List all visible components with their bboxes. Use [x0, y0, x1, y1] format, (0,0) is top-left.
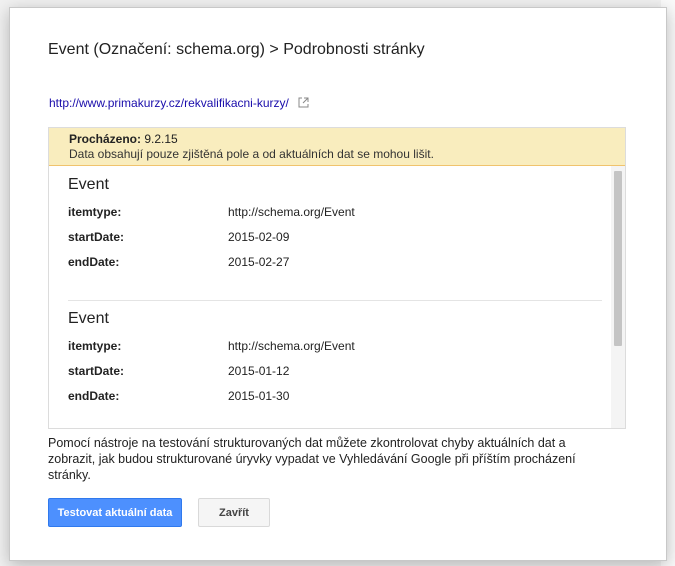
- field-value: 2015-02-09: [228, 230, 290, 244]
- field-row-enddate: endDate: 2015-01-30: [68, 389, 602, 414]
- field-row-startdate: startDate: 2015-02-09: [68, 230, 602, 255]
- field-value: 2015-01-30: [228, 389, 290, 403]
- crawl-date-line: Procházeno: 9.2.15: [69, 132, 178, 146]
- page-details-dialog: Event (Označení: schema.org) > Podrobnos…: [9, 7, 667, 561]
- testing-tool-info: Pomocí nástroje na testování strukturova…: [48, 436, 576, 482]
- dialog-title: Event (Označení: schema.org) > Podrobnos…: [48, 41, 425, 58]
- field-value: 2015-02-27: [228, 255, 290, 269]
- field-key: itemtype:: [68, 205, 122, 219]
- field-row-itemtype: itemtype: http://schema.org/Event: [68, 339, 602, 364]
- field-value: http://schema.org/Event: [228, 339, 355, 353]
- event-item: Event itemtype: http://schema.org/Event …: [68, 310, 602, 414]
- field-value: 2015-01-12: [228, 364, 290, 378]
- crawl-notice-message: Data obsahují pouze zjištěná pole a od a…: [69, 147, 434, 161]
- crawl-date-value: 9.2.15: [144, 132, 178, 146]
- crawl-notice: Procházeno: 9.2.15 Data obsahují pouze z…: [49, 128, 625, 166]
- event-item-title: Event: [68, 176, 109, 193]
- structured-data-panel: Procházeno: 9.2.15 Data obsahují pouze z…: [48, 127, 626, 429]
- crawl-date-label: Procházeno:: [69, 132, 142, 146]
- panel-scrollbar-thumb[interactable]: [614, 171, 622, 346]
- field-key: itemtype:: [68, 339, 122, 353]
- field-row-itemtype: itemtype: http://schema.org/Event: [68, 205, 602, 230]
- item-divider: [68, 300, 602, 301]
- field-key: startDate:: [68, 364, 125, 378]
- page-url-row: http://www.primakurzy.cz/rekvalifikacni-…: [49, 96, 309, 111]
- event-item: Event itemtype: http://schema.org/Event …: [68, 176, 602, 280]
- external-link-icon[interactable]: [298, 97, 309, 111]
- field-value: http://schema.org/Event: [228, 205, 355, 219]
- field-row-enddate: endDate: 2015-02-27: [68, 255, 602, 280]
- field-key: endDate:: [68, 389, 120, 403]
- page-url-link[interactable]: http://www.primakurzy.cz/rekvalifikacni-…: [49, 96, 289, 110]
- field-key: startDate:: [68, 230, 125, 244]
- field-row-startdate: startDate: 2015-01-12: [68, 364, 602, 389]
- close-button[interactable]: Zavřít: [198, 498, 270, 527]
- field-key: endDate:: [68, 255, 120, 269]
- test-live-data-button[interactable]: Testovat aktuální data: [48, 498, 182, 527]
- event-item-title: Event: [68, 310, 109, 327]
